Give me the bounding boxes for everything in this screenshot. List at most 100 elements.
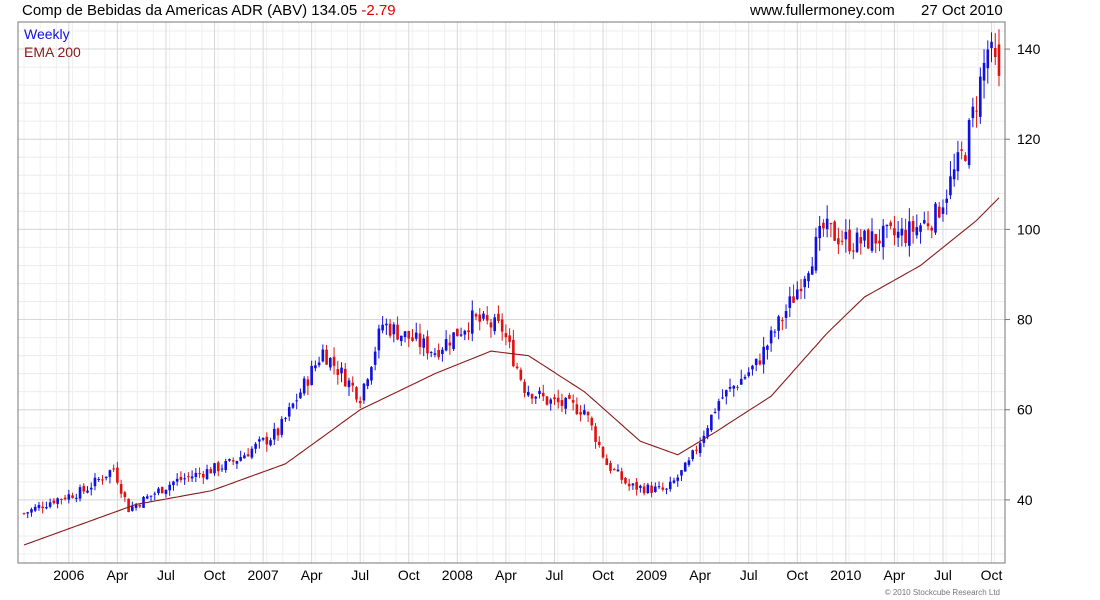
candle-body xyxy=(810,266,814,275)
candle-body xyxy=(381,324,384,331)
candle-body xyxy=(616,469,620,472)
candle-body xyxy=(478,314,482,322)
candle-body xyxy=(710,414,713,431)
candle-body xyxy=(781,320,784,322)
candle-body xyxy=(556,397,560,403)
candle-body xyxy=(769,330,773,344)
candle-body xyxy=(997,44,1001,76)
candle-body xyxy=(743,376,747,379)
candle-body xyxy=(597,441,601,446)
candle-body xyxy=(590,417,594,426)
candle-body xyxy=(78,487,82,499)
candle-body xyxy=(362,383,366,401)
candle-body xyxy=(848,229,851,252)
x-tick-label: Apr xyxy=(884,567,906,583)
candle-body xyxy=(48,502,52,507)
candle-body xyxy=(512,339,515,367)
candle-body xyxy=(272,428,276,440)
candle-body xyxy=(82,485,86,492)
candle-body xyxy=(900,228,904,236)
candle-body xyxy=(239,457,242,461)
candle-body xyxy=(825,218,829,230)
candle-body xyxy=(93,477,97,487)
candle-body xyxy=(429,352,433,354)
candle-body xyxy=(97,478,101,480)
candle-body xyxy=(885,224,889,227)
candle-body xyxy=(265,436,269,445)
candle-body xyxy=(33,506,37,511)
candle-body xyxy=(246,454,250,457)
candle-body xyxy=(717,401,721,411)
candle-body xyxy=(489,322,493,328)
candle-body xyxy=(676,477,680,481)
candle-body xyxy=(721,397,724,399)
candle-body xyxy=(807,273,810,282)
candle-body xyxy=(859,237,863,244)
candle-body xyxy=(766,345,769,350)
candle-body xyxy=(575,404,579,415)
candle-body xyxy=(104,476,108,479)
x-tick-label: 2008 xyxy=(442,567,473,583)
candle-body xyxy=(340,367,343,374)
candle-body xyxy=(187,476,190,478)
candle-body xyxy=(541,392,545,397)
candle-body xyxy=(56,498,59,504)
candle-body xyxy=(385,323,388,326)
x-tick-label: Apr xyxy=(106,567,128,583)
candle-body xyxy=(119,484,123,494)
candle-body xyxy=(403,331,407,338)
candle-body xyxy=(295,400,299,402)
candle-body xyxy=(30,509,33,513)
candle-body xyxy=(527,392,530,396)
candle-body xyxy=(852,250,855,252)
candle-body xyxy=(261,437,265,440)
candle-body xyxy=(837,238,840,245)
candle-body xyxy=(411,337,414,341)
candle-body xyxy=(911,221,915,232)
candle-body xyxy=(631,483,635,486)
candle-body xyxy=(317,362,321,366)
candle-body xyxy=(116,467,119,483)
candle-body xyxy=(467,330,470,333)
x-tick-label: Jul xyxy=(351,567,369,583)
candle-body xyxy=(37,504,41,509)
candle-body xyxy=(370,367,373,381)
candle-body xyxy=(310,365,313,386)
candle-body xyxy=(515,366,519,369)
candle-body xyxy=(291,403,295,408)
candle-body xyxy=(605,458,609,466)
candle-body xyxy=(216,462,220,472)
candle-body xyxy=(609,463,612,471)
candle-body xyxy=(414,332,418,339)
candle-body xyxy=(818,225,821,239)
candle-body xyxy=(157,488,160,494)
candle-body xyxy=(231,460,235,462)
x-tick-label: Apr xyxy=(689,567,711,583)
candle-body xyxy=(564,397,567,409)
candle-body xyxy=(762,346,765,365)
candle-body xyxy=(131,506,134,511)
candle-body xyxy=(63,497,67,500)
candle-body xyxy=(866,229,870,249)
candle-body xyxy=(504,333,508,338)
candle-body xyxy=(194,472,198,477)
candle-body xyxy=(601,446,605,458)
candle-body xyxy=(336,369,340,375)
candle-body xyxy=(896,231,900,238)
candle-body xyxy=(250,448,254,458)
candle-body xyxy=(668,481,672,490)
candle-body xyxy=(560,400,564,406)
candle-body xyxy=(523,381,526,393)
y-tick-label: 100 xyxy=(1017,221,1041,237)
candle-body xyxy=(919,225,922,232)
candle-body xyxy=(441,349,444,355)
candle-body xyxy=(284,417,287,419)
candle-body xyxy=(635,481,638,490)
candle-body xyxy=(945,198,949,203)
candle-body xyxy=(627,483,631,487)
x-tick-label: Jul xyxy=(740,567,758,583)
candle-body xyxy=(437,349,440,358)
candle-body xyxy=(993,47,997,58)
candle-body xyxy=(254,443,257,449)
candle-body xyxy=(639,485,642,488)
